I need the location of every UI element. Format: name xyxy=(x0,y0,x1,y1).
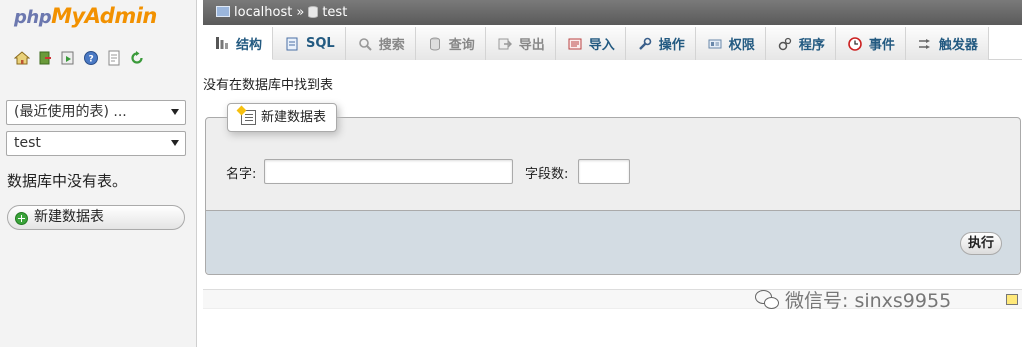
create-table-footer xyxy=(206,210,1020,274)
tab-triggers-label: 触发器 xyxy=(938,38,978,53)
help-icon[interactable]: ? xyxy=(83,50,99,66)
tab-structure[interactable]: 结构 xyxy=(203,27,274,60)
search-icon xyxy=(358,37,372,51)
reload-icon[interactable] xyxy=(129,50,145,66)
tab-triggers[interactable]: 触发器 xyxy=(905,27,989,60)
tab-sql[interactable]: SQL xyxy=(273,27,346,60)
go-button[interactable]: 执行 xyxy=(960,232,1002,255)
privileges-icon xyxy=(708,37,722,51)
phpmyadmin-window: phpMyAdmin ? (最近使用的表) ... test 数据库中没有表。 … xyxy=(0,0,1022,347)
query-icon xyxy=(428,37,442,51)
triggers-icon xyxy=(918,37,932,51)
database-select[interactable]: test xyxy=(6,131,186,156)
logo-myadmin-text: MyAdmin xyxy=(51,4,157,28)
console-toggle-icon[interactable] xyxy=(1006,294,1018,305)
home-icon[interactable] xyxy=(13,50,31,66)
create-table-legend-label: 新建数据表 xyxy=(261,110,327,125)
tab-events-label: 事件 xyxy=(868,38,895,53)
tab-sql-label: SQL xyxy=(306,36,335,51)
navigation-panel: phpMyAdmin ? (最近使用的表) ... test 数据库中没有表。 … xyxy=(0,0,197,347)
tab-import[interactable]: 导入 xyxy=(555,27,626,60)
chevron-down-icon xyxy=(171,109,179,115)
sql-icon xyxy=(285,37,299,51)
database-icon xyxy=(308,5,319,18)
tab-query-label: 查询 xyxy=(448,38,475,53)
tab-export[interactable]: 导出 xyxy=(485,27,556,60)
wrench-icon xyxy=(638,37,652,51)
tab-import-label: 导入 xyxy=(588,38,615,53)
tab-query[interactable]: 查询 xyxy=(415,27,486,60)
column-count-label: 字段数: xyxy=(525,167,569,182)
no-tables-found-message: 没有在数据库中找到表 xyxy=(203,78,334,93)
routines-icon xyxy=(778,37,792,51)
tab-search-label: 搜索 xyxy=(378,38,405,53)
tab-events[interactable]: 事件 xyxy=(835,27,906,60)
breadcrumb-server[interactable]: localhost xyxy=(234,0,292,25)
wechat-icon xyxy=(755,289,779,311)
recent-tables-value: (最近使用的表) ... xyxy=(14,104,127,120)
new-table-icon xyxy=(241,110,256,125)
chevron-down-icon xyxy=(171,140,179,146)
tab-operations-label: 操作 xyxy=(658,38,685,53)
recent-tables-select[interactable]: (最近使用的表) ... xyxy=(6,100,186,125)
new-table-button[interactable]: 新建数据表 xyxy=(7,205,185,230)
watermark-text: 微信号: sinxs9955 xyxy=(785,290,952,312)
database-select-value: test xyxy=(14,135,41,151)
tab-structure-label: 结构 xyxy=(236,37,263,53)
breadcrumb-separator: » xyxy=(296,5,305,20)
create-table-legend: 新建数据表 xyxy=(227,103,338,132)
new-table-label: 新建数据表 xyxy=(34,209,104,225)
tab-search[interactable]: 搜索 xyxy=(345,27,416,60)
table-name-input[interactable] xyxy=(264,159,513,184)
plus-icon xyxy=(15,212,28,225)
phpmyadmin-logo[interactable]: phpMyAdmin xyxy=(14,4,157,28)
watermark: 微信号: sinxs9955 xyxy=(755,286,951,313)
column-count-input[interactable] xyxy=(578,159,630,184)
tab-export-label: 导出 xyxy=(518,38,545,53)
export-icon xyxy=(498,37,512,51)
tab-privileges-label: 权限 xyxy=(728,38,755,53)
server-icon xyxy=(216,6,230,17)
no-tables-message: 数据库中没有表。 xyxy=(7,172,128,190)
import-icon xyxy=(568,37,582,51)
navigation-icon-bar: ? xyxy=(13,50,145,70)
exit-icon[interactable] xyxy=(37,50,53,66)
breadcrumb-database[interactable]: test xyxy=(322,0,347,25)
tab-bar: 结构 SQL 搜索 查询 导出 导入 操作 权限 程序 事件 触发器 xyxy=(203,27,1022,60)
breadcrumb: localhost » test xyxy=(203,0,1022,25)
table-name-label: 名字: xyxy=(226,167,257,182)
tab-routines-label: 程序 xyxy=(798,38,825,53)
tab-routines[interactable]: 程序 xyxy=(765,27,836,60)
svg-text:?: ? xyxy=(89,55,94,65)
query-window-icon[interactable] xyxy=(60,50,76,66)
tab-operations[interactable]: 操作 xyxy=(625,27,696,60)
tab-privileges[interactable]: 权限 xyxy=(695,27,766,60)
docs-icon[interactable] xyxy=(106,50,122,66)
clock-icon xyxy=(848,36,862,51)
structure-icon xyxy=(215,36,229,50)
logo-php-text: php xyxy=(14,7,52,28)
